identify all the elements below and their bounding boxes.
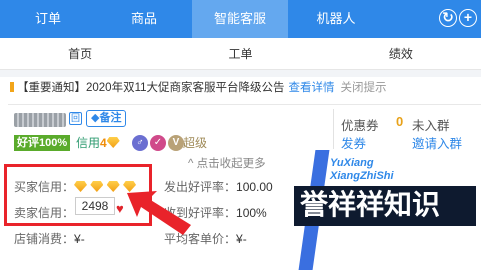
section-separator — [0, 70, 481, 77]
collapse-more-link[interactable]: ^ 点击收起更多 — [188, 155, 266, 171]
remark-label: 备注 — [99, 112, 122, 124]
caret-up-icon: ^ — [188, 158, 197, 170]
top-icons: ↻ + — [439, 9, 477, 27]
divider — [333, 109, 334, 149]
tab-smart-service[interactable]: 智能客服 — [192, 0, 288, 38]
watermark-latin: YuXiang XiangZhiShi — [330, 157, 394, 183]
add-icon[interactable]: + — [459, 9, 477, 27]
good-rate-badge: 好评100% — [14, 135, 71, 151]
credit-level: 信用4 — [76, 134, 120, 152]
credit-label: 信用 — [76, 136, 101, 150]
sub-tab-bar: 首页 工单 绩效 — [0, 38, 481, 70]
issue-coupon-link[interactable]: 发券 — [341, 133, 366, 152]
diamond-icon — [106, 137, 120, 148]
collapse-label: 点击收起更多 — [196, 158, 266, 170]
shop-spend-value: ¥- — [74, 232, 85, 246]
vip-icon: V — [168, 135, 184, 151]
group-status: 未入群 — [412, 119, 450, 133]
subtab-tickets[interactable]: 工单 — [160, 38, 320, 69]
refresh-icon[interactable]: ↻ — [439, 9, 457, 27]
remark-button[interactable]: ◆备注 — [86, 110, 127, 127]
subtab-performance[interactable]: 绩效 — [321, 38, 481, 69]
super-vip-label: 超级 — [183, 136, 208, 150]
credit-value: 4 — [100, 136, 107, 150]
invite-group-link[interactable]: 邀请入群 — [412, 133, 462, 152]
watermark-latin-1: YuXiang — [330, 157, 374, 169]
watermark-latin-2: XiangZhiShi — [330, 170, 394, 182]
gender-icon: ♂ — [132, 135, 148, 151]
pointer-arrow — [127, 191, 191, 235]
notice-text: 【重要通知】2020年双11大促商家客服平台降级公告 — [17, 82, 285, 94]
dismiss-notice-link[interactable]: 关闭提示 — [341, 82, 387, 94]
tab-products[interactable]: 商品 — [96, 0, 192, 38]
avg-price-value: ¥- — [236, 232, 247, 246]
out-good-rate-value: 100.00 — [236, 180, 273, 194]
view-details-link[interactable]: 查看详情 — [289, 82, 335, 94]
id-card-icon[interactable]: 回 — [69, 112, 82, 125]
watermark-logo: 誉祥祥知识 — [294, 186, 476, 226]
tab-orders[interactable]: 订单 — [0, 0, 96, 38]
coupon-count: 0 — [396, 114, 404, 129]
notice-icon — [10, 82, 14, 92]
shop-spend-row: 店铺消费：¥- — [14, 230, 85, 247]
notice-bar: 【重要通知】2020年双11大促商家客服平台降级公告 查看详情 关闭提示 — [10, 78, 478, 98]
tab-robot[interactable]: 机器人 — [288, 0, 384, 38]
smart-cs-panel: 订单 商品 智能客服 机器人 ↻ + 首页 工单 绩效 【重要通知】2020年双… — [0, 0, 481, 273]
subtab-home[interactable]: 首页 — [0, 38, 160, 69]
verified-icon: ✓ — [150, 135, 166, 151]
top-tab-bar: 订单 商品 智能客服 机器人 ↻ + — [0, 0, 481, 38]
coupon-label: 优惠券 — [341, 119, 379, 133]
shop-spend-label: 店铺消费： — [14, 232, 75, 246]
buyer-name-masked — [14, 113, 66, 127]
recv-good-rate-value: 100% — [236, 206, 267, 220]
